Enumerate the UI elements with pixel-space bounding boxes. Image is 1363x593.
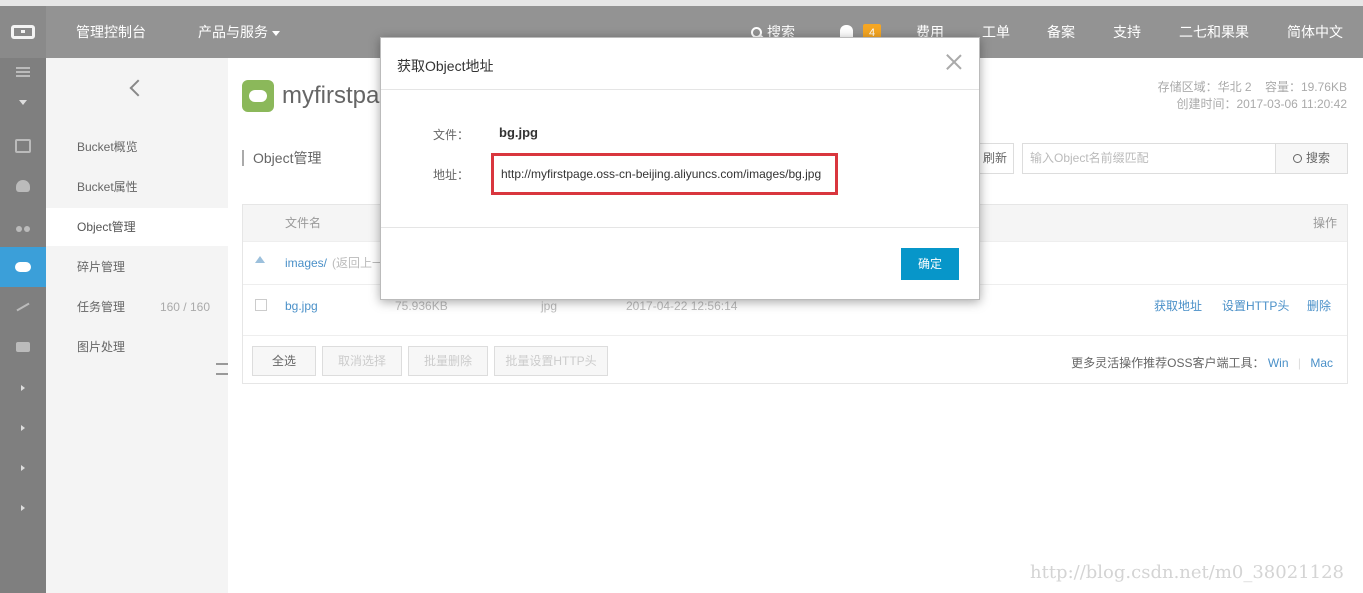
bucket-meta-line1: 存储区域：华北 2 容量：19.76KB: [1158, 78, 1347, 95]
task-count: 160 / 160: [159, 300, 210, 314]
rail-rds[interactable]: [0, 166, 46, 206]
nav-support[interactable]: 支持: [1113, 6, 1141, 58]
up-folder-icon: [255, 256, 265, 263]
rail-expand[interactable]: [0, 86, 46, 118]
deselect-button[interactable]: 取消选择: [322, 346, 402, 376]
bucket-icon: [242, 80, 274, 112]
column-name: 文件名: [285, 216, 322, 230]
back-chevron-icon[interactable]: [129, 79, 147, 97]
batch-http-header-button[interactable]: 批量设置HTTP头: [494, 346, 608, 376]
tool-mac-link[interactable]: Mac: [1310, 356, 1333, 370]
icon-rail: [0, 58, 46, 593]
oss-tools-label: 更多灵活操作推荐OSS客户端工具：: [1071, 356, 1265, 370]
menu-toggle[interactable]: [0, 58, 46, 86]
collapse-sidebar-icon[interactable]: [216, 363, 228, 375]
rail-more-4[interactable]: [0, 488, 46, 528]
chevron-right-icon: [21, 385, 25, 391]
close-icon[interactable]: [945, 53, 963, 71]
sidebar-item-overview[interactable]: Bucket概览: [46, 128, 228, 166]
bucket-sidebar: Bucket概览 Bucket属性 Object管理 碎片管理 任务管理 160…: [46, 58, 228, 593]
column-ops: 操作: [1312, 216, 1337, 230]
rail-more-3[interactable]: [0, 448, 46, 488]
oss-client-tools: 更多灵活操作推荐OSS客户端工具： Win | Mac: [1071, 356, 1333, 370]
file-name-link[interactable]: bg.jpg: [285, 285, 318, 327]
search-button-label: 搜索: [1305, 151, 1330, 165]
chevron-right-icon: [21, 465, 25, 471]
delete-link[interactable]: 删除: [1307, 285, 1331, 327]
bucket-created: 创建时间：2017-03-06 11:20:42: [1176, 97, 1347, 111]
server-icon: [15, 139, 31, 153]
sidebar-item-objects[interactable]: Object管理: [46, 208, 228, 246]
select-all-button[interactable]: 全选: [252, 346, 316, 376]
file-value: bg.jpg: [499, 125, 538, 140]
tool-win-link[interactable]: Win: [1268, 356, 1289, 370]
sidebar-item-fragments[interactable]: 碎片管理: [46, 248, 228, 286]
rail-more-2[interactable]: [0, 408, 46, 448]
database-icon: [16, 180, 30, 192]
url-field[interactable]: http://myfirstpage.oss-cn-beijing.aliyun…: [491, 153, 838, 195]
cloud-upload-icon: [15, 262, 31, 272]
chevron-right-icon: [21, 425, 25, 431]
dialog-footer: 确定: [381, 227, 979, 301]
chevron-down-icon: [272, 30, 280, 36]
sidebar-item-image[interactable]: 图片处理: [46, 328, 228, 366]
bucket-region: 存储区域：华北 2: [1157, 80, 1252, 94]
nav-filing[interactable]: 备案: [1047, 6, 1075, 58]
rail-layers[interactable]: [0, 327, 46, 367]
dialog-header: 获取Object地址: [381, 38, 979, 90]
ok-button[interactable]: 确定: [901, 248, 959, 280]
get-url-link[interactable]: 获取地址: [1154, 285, 1202, 327]
nav-language[interactable]: 简体中文: [1287, 6, 1343, 58]
bucket-capacity: 容量：19.76KB: [1264, 80, 1347, 94]
rail-more-1[interactable]: [0, 368, 46, 408]
menu-icon: [16, 67, 30, 77]
nav-account[interactable]: 二七和果果: [1179, 6, 1249, 58]
object-search-input[interactable]: 输入Object名前缀匹配: [1022, 143, 1276, 174]
set-http-header-link[interactable]: 设置HTTP头: [1222, 285, 1289, 327]
chevron-down-icon: [19, 99, 27, 105]
get-object-url-dialog: 获取Object地址 文件： bg.jpg 地址： http://myfirst…: [380, 37, 980, 300]
products-menu[interactable]: 产品与服务: [198, 6, 280, 58]
console-link[interactable]: 管理控制台: [76, 6, 146, 58]
search-icon: [1292, 154, 1302, 163]
chart-icon: [16, 302, 30, 312]
sidebar-item-label: 任务管理: [77, 300, 126, 314]
rail-ecs[interactable]: [0, 126, 46, 166]
parent-folder-note: (返回上一: [332, 256, 384, 270]
parent-folder-link[interactable]: images/: [285, 242, 327, 284]
rail-monitor[interactable]: [0, 287, 46, 327]
page-title: Object管理: [242, 150, 321, 166]
sidebar-item-tasks[interactable]: 任务管理 160 / 160: [46, 288, 228, 326]
row-checkbox[interactable]: [255, 299, 267, 311]
batch-delete-button[interactable]: 批量删除: [408, 346, 488, 376]
url-label: 地址：: [433, 168, 470, 182]
layers-icon: [16, 342, 30, 352]
sidebar-item-properties[interactable]: Bucket属性: [46, 168, 228, 206]
nav-tickets[interactable]: 工单: [982, 6, 1010, 58]
aliyun-logo-icon[interactable]: [0, 6, 46, 58]
products-label: 产品与服务: [198, 24, 268, 40]
rail-oss[interactable]: [0, 247, 46, 287]
rail-slb[interactable]: [0, 206, 46, 246]
watermark: http://blog.csdn.net/m0_38021128: [1030, 562, 1344, 583]
network-icon: [16, 220, 30, 232]
search-button[interactable]: 搜索: [1275, 143, 1348, 174]
chevron-right-icon: [21, 505, 25, 511]
dialog-title: 获取Object地址: [397, 58, 494, 74]
file-label: 文件：: [433, 128, 470, 142]
table-actions: 全选 取消选择 批量删除 批量设置HTTP头 更多灵活操作推荐OSS客户端工具：…: [243, 335, 1347, 385]
